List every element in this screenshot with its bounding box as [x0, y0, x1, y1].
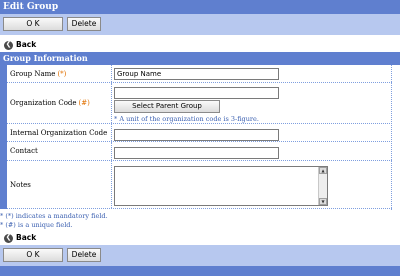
org-code-input[interactable]: [114, 87, 279, 99]
scroll-up-icon[interactable]: ▲: [319, 167, 327, 174]
delete-button[interactable]: Delete: [67, 17, 101, 31]
internal-code-label: Internal Organization Code: [10, 128, 108, 137]
contact-label: Contact: [10, 147, 38, 155]
contact-input[interactable]: [114, 147, 279, 159]
bottom-button-bar: O K Delete: [0, 245, 400, 266]
org-code-hint: * A unit of the organization code is 3-f…: [114, 115, 259, 123]
back-arrow-icon: ❮: [4, 232, 13, 243]
mandatory-mark: (*): [57, 69, 67, 78]
notes-textarea[interactable]: ▲ ▼: [114, 166, 328, 206]
scroll-down-icon[interactable]: ▼: [319, 198, 327, 205]
select-parent-group-button[interactable]: Select Parent Group: [114, 100, 220, 113]
unique-legend: * (#) is a unique field.: [0, 221, 73, 229]
org-code-label: Organization Code (#): [10, 99, 90, 107]
mandatory-legend: * (*) indicates a mandatory field.: [0, 212, 108, 220]
page-title: Edit Group: [0, 0, 400, 14]
notes-label: Notes: [10, 180, 31, 189]
top-button-bar: O K Delete: [0, 14, 400, 35]
back-arrow-icon: ❮: [4, 39, 13, 50]
group-name-input[interactable]: Group Name: [114, 68, 279, 80]
ok-button[interactable]: O K: [3, 17, 63, 31]
internal-code-input[interactable]: [114, 129, 279, 141]
back-label: Back: [16, 40, 37, 49]
footer-strip: [0, 266, 400, 276]
unique-mark: (#): [78, 99, 90, 107]
delete-button-bottom[interactable]: Delete: [67, 248, 101, 262]
back-label: Back: [16, 233, 37, 242]
back-link-bottom[interactable]: ❮ Back: [4, 232, 36, 243]
group-name-label: Group Name (*): [10, 69, 67, 78]
section-header: Group Information: [0, 52, 400, 65]
form-left-strip: [0, 65, 7, 209]
ok-button-bottom[interactable]: O K: [3, 248, 63, 262]
notes-scrollbar[interactable]: ▲ ▼: [318, 167, 327, 205]
back-link[interactable]: ❮ Back: [4, 39, 36, 50]
